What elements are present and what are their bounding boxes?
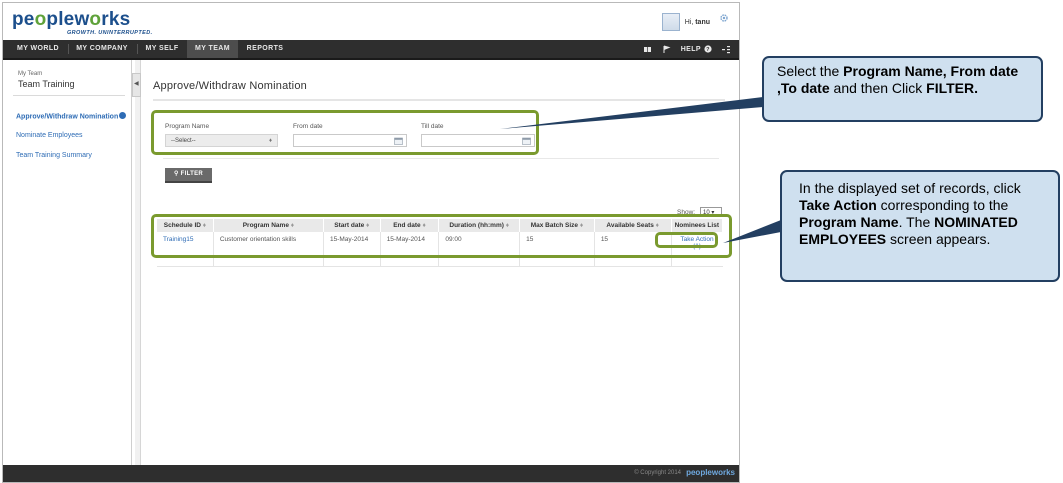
action-instruction-callout: In the displayed set of records, click T… (780, 170, 1060, 282)
action-callout-pointer (723, 220, 781, 243)
filter-callout-pointer (500, 97, 763, 129)
filter-instruction-callout: Select the Program Name, From date ,To d… (762, 56, 1043, 122)
